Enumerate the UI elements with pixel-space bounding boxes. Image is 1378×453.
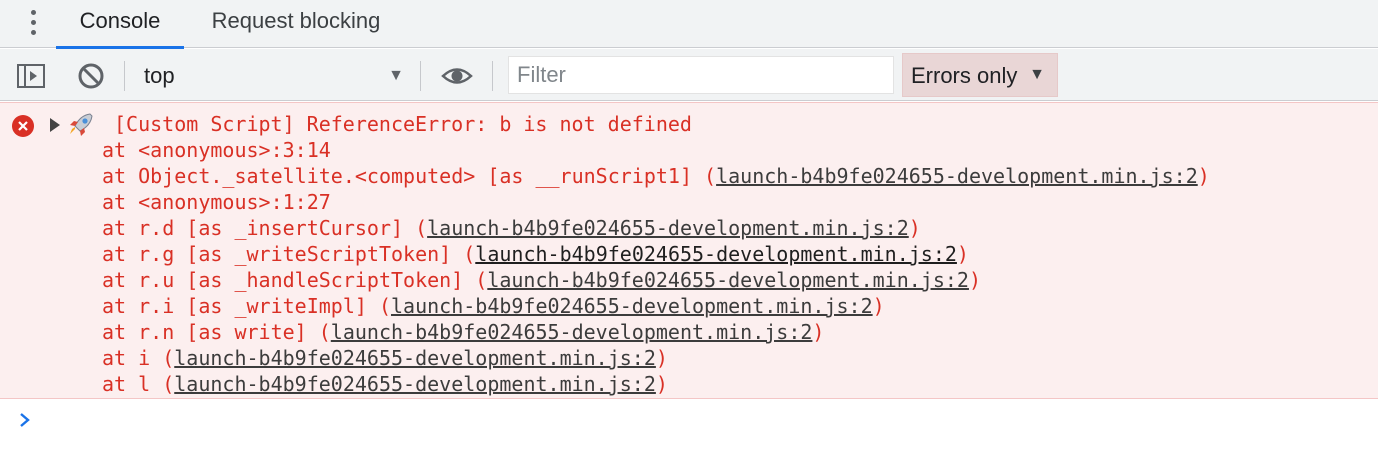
toolbar-divider — [124, 61, 125, 91]
stack-frame: at i (launch-b4b9fe024655-development.mi… — [102, 346, 668, 370]
tab-console[interactable]: Console — [56, 0, 184, 49]
more-options-icon[interactable] — [24, 8, 44, 38]
stack-frame: at r.d [as _insertCursor] (launch-b4b9fe… — [102, 216, 921, 240]
console-prompt — [0, 400, 1378, 453]
console-input[interactable] — [44, 406, 1364, 436]
stack-frame: at r.u [as _handleScriptToken] (launch-b… — [102, 268, 981, 292]
eye-icon[interactable] — [440, 61, 474, 91]
dropdown-arrow-icon: ▼ — [1029, 66, 1045, 83]
tab-request-blocking[interactable]: Request blocking — [196, 0, 396, 48]
drawer-tab-bar: Console Request blocking — [0, 0, 1378, 49]
dropdown-arrow-icon: ▼ — [388, 67, 404, 84]
rocket-icon — [66, 112, 94, 138]
source-link[interactable]: launch-b4b9fe024655-development.min.js:2 — [391, 294, 873, 318]
source-link[interactable]: launch-b4b9fe024655-development.min.js:2 — [716, 164, 1198, 188]
source-link[interactable]: launch-b4b9fe024655-development.min.js:2 — [475, 242, 957, 266]
error-icon — [12, 115, 34, 137]
source-link[interactable]: launch-b4b9fe024655-development.min.js:2 — [427, 216, 909, 240]
sidebar-toggle-icon[interactable] — [16, 61, 46, 91]
toolbar-divider — [492, 61, 493, 91]
console-error-message: [Custom Script] ReferenceError: b is not… — [0, 102, 1378, 399]
log-levels-label: Errors only — [911, 63, 1018, 88]
prompt-chevron-icon — [18, 410, 32, 430]
stack-frame: at r.i [as _writeImpl] (launch-b4b9fe024… — [102, 294, 885, 318]
stack-frame: at <anonymous>:1:27 — [102, 190, 331, 214]
console-toolbar: top ▼ Errors only ▼ — [0, 49, 1378, 101]
source-link[interactable]: launch-b4b9fe024655-development.min.js:2 — [174, 372, 656, 396]
log-levels-dropdown[interactable]: Errors only ▼ — [902, 53, 1058, 97]
source-link[interactable]: launch-b4b9fe024655-development.min.js:2 — [174, 346, 656, 370]
stack-frame: at r.g [as _writeScriptToken] (launch-b4… — [102, 242, 969, 266]
error-message-text: [Custom Script] ReferenceError: b is not… — [114, 112, 692, 136]
clear-console-icon[interactable] — [76, 61, 106, 91]
expand-triangle-icon[interactable] — [50, 118, 60, 132]
context-selector[interactable]: top ▼ — [136, 57, 412, 95]
source-link[interactable]: launch-b4b9fe024655-development.min.js:2 — [331, 320, 813, 344]
stack-frame: at r.n [as write] (launch-b4b9fe024655-d… — [102, 320, 825, 344]
source-link[interactable]: launch-b4b9fe024655-development.min.js:2 — [487, 268, 969, 292]
stack-frame: at l (launch-b4b9fe024655-development.mi… — [102, 372, 668, 396]
toolbar-divider — [420, 61, 421, 91]
stack-frame: at <anonymous>:3:14 — [102, 138, 331, 162]
context-label: top — [144, 63, 175, 88]
stack-frame: at Object._satellite.<computed> [as __ru… — [102, 164, 1210, 188]
filter-input[interactable] — [508, 56, 894, 94]
